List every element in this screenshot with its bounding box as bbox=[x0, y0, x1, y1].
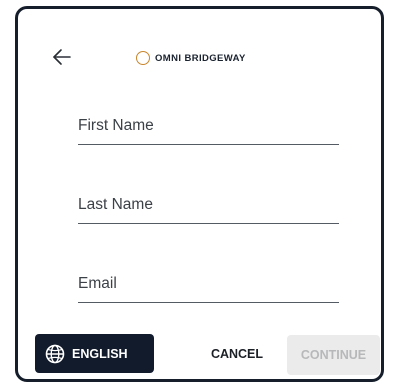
logo-text: OMNI BRIDGEWAY bbox=[155, 52, 246, 64]
first-name-label: First Name bbox=[78, 117, 154, 134]
email-label: Email bbox=[78, 275, 117, 292]
back-button[interactable] bbox=[51, 46, 73, 68]
first-name-field[interactable]: First Name bbox=[78, 114, 339, 145]
continue-button[interactable]: CONTINUE bbox=[287, 335, 380, 375]
globe-icon bbox=[45, 344, 65, 363]
language-label: ENGLISH bbox=[72, 346, 128, 361]
screen: OMNI BRIDGEWAY First Name Last Name Emai… bbox=[0, 0, 404, 392]
ring-logo-icon bbox=[136, 51, 150, 65]
company-logo: OMNI BRIDGEWAY bbox=[136, 49, 246, 67]
language-button[interactable]: ENGLISH bbox=[35, 334, 154, 373]
last-name-label: Last Name bbox=[78, 196, 153, 213]
last-name-field[interactable]: Last Name bbox=[78, 193, 339, 224]
email-field[interactable]: Email bbox=[78, 272, 339, 303]
arrow-left-icon bbox=[53, 49, 71, 65]
cancel-button[interactable]: CANCEL bbox=[200, 335, 274, 373]
